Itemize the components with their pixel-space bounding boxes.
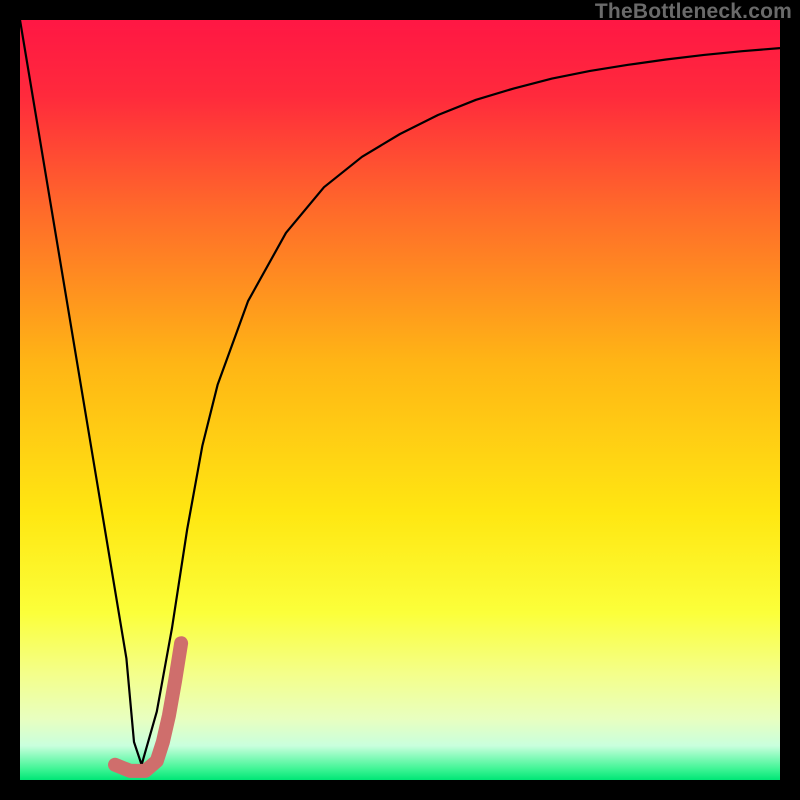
watermark-text: TheBottleneck.com: [595, 0, 792, 24]
bottleneck-curve: [20, 20, 780, 765]
curve-layer: [20, 20, 780, 780]
highlight-segment: [115, 643, 181, 771]
chart-frame: TheBottleneck.com: [0, 0, 800, 800]
plot-area: [20, 20, 780, 780]
